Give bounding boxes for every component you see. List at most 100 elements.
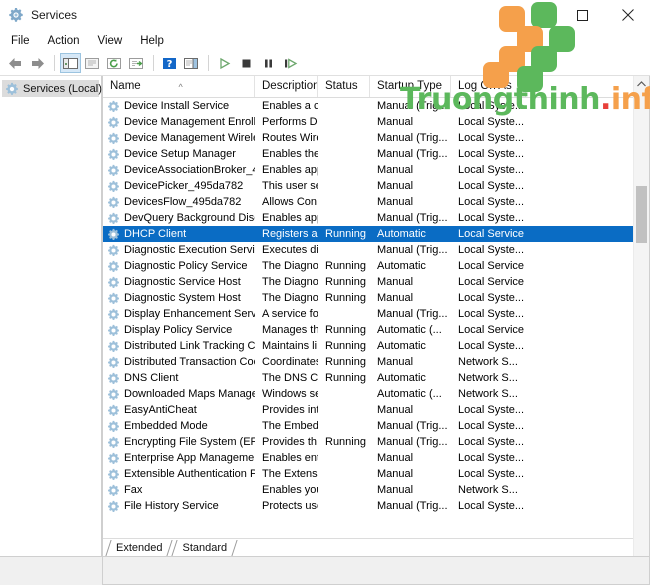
table-row[interactable]: DevicesFlow_495da782 Allows Con... Manual L…: [103, 194, 649, 210]
table-row[interactable]: Display Policy Service Manages th... Runni…: [103, 322, 649, 338]
table-row[interactable]: Diagnostic Execution Service Executes di.…: [103, 242, 649, 258]
stop-service-icon[interactable]: [236, 53, 257, 73]
table-row[interactable]: Diagnostic System Host The Diagno... Runni…: [103, 290, 649, 306]
cell-log-on-as: Local Service: [458, 276, 525, 288]
start-service-icon[interactable]: [214, 53, 235, 73]
service-gear-icon: [107, 388, 120, 401]
service-gear-icon: [107, 452, 120, 465]
table-row[interactable]: DevQuery Background Disc... Enables app..…: [103, 210, 649, 226]
table-row[interactable]: DeviceAssociationBroker_49... Enables app…: [103, 162, 649, 178]
export-list-icon[interactable]: [82, 53, 103, 73]
menu-item-file[interactable]: File: [8, 33, 39, 49]
maximize-icon[interactable]: [560, 0, 605, 30]
table-row[interactable]: DNS Client The DNS Cli... Running Automatic…: [103, 370, 649, 386]
menu-item-view[interactable]: View: [95, 33, 132, 49]
back-arrow-icon[interactable]: [5, 53, 26, 73]
table-row[interactable]: Device Management Enroll... Performs D...…: [103, 114, 649, 130]
table-row[interactable]: Device Setup Manager Enables the ... Manua…: [103, 146, 649, 162]
table-row[interactable]: Device Install Service Enables a c... Manu…: [103, 98, 649, 114]
service-gear-icon: [107, 212, 120, 225]
cell-description: The Embed...: [262, 420, 318, 432]
cell-startup-type: Manual (Trig...: [377, 132, 448, 144]
table-row[interactable]: Distributed Transaction Coo... Coordinate…: [103, 354, 649, 370]
table-row[interactable]: Encrypting File System (EFS) Provides th.…: [103, 434, 649, 450]
table-row[interactable]: Diagnostic Policy Service The Diagno... Ru…: [103, 258, 649, 274]
forward-arrow-icon[interactable]: [27, 53, 48, 73]
table-row[interactable]: Diagnostic Service Host The Diagno... Runn…: [103, 274, 649, 290]
cell-description: Enables you...: [262, 484, 318, 496]
menu-item-help[interactable]: Help: [137, 33, 173, 49]
cell-description: Provides int...: [262, 404, 318, 416]
toolbar-separator: [208, 55, 209, 71]
cell-startup-type: Manual (Trig...: [377, 308, 448, 320]
cell-startup-type: Manual (Trig...: [377, 148, 448, 160]
scrollbar-thumb[interactable]: [636, 186, 647, 243]
service-gear-icon: [107, 228, 120, 241]
cell-name-label: DevQuery Background Disc...: [124, 212, 255, 224]
services-list-pane: Name ^ Description Status Startup Type L…: [102, 76, 650, 557]
tab-extended[interactable]: Extended: [105, 540, 171, 556]
show-hide-action-pane-icon[interactable]: [181, 53, 202, 73]
column-header-name[interactable]: Name ^: [103, 76, 255, 97]
service-gear-icon: [107, 260, 120, 273]
cell-name-label: Display Policy Service: [124, 324, 233, 336]
cell-status: Running: [325, 276, 366, 288]
table-row[interactable]: Enterprise App Managemen... Enables ent..…: [103, 450, 649, 466]
column-header-status[interactable]: Status: [318, 76, 370, 97]
cell-startup-type: Automatic: [377, 372, 426, 384]
table-row[interactable]: File History Service Protects use... Manua…: [103, 498, 649, 514]
tree-node-services-local[interactable]: Services (Local): [2, 80, 102, 97]
table-row[interactable]: DHCP Client Registers an... Running Automat…: [103, 226, 649, 242]
cell-description: Coordinates...: [262, 356, 318, 368]
cell-description: Performs D...: [262, 116, 318, 128]
column-header-description[interactable]: Description: [255, 76, 318, 97]
help-icon[interactable]: ?: [159, 53, 180, 73]
list-header: Name ^ Description Status Startup Type L…: [103, 76, 649, 98]
cell-status: Running: [325, 324, 366, 336]
cell-description: The Diagno...: [262, 276, 318, 288]
cell-log-on-as: Local Syste...: [458, 340, 525, 352]
table-row[interactable]: Downloaded Maps Manager Windows se... Auto…: [103, 386, 649, 402]
menu-item-action[interactable]: Action: [45, 33, 89, 49]
table-row[interactable]: EasyAntiCheat Provides int... Manual Local …: [103, 402, 649, 418]
table-row[interactable]: Distributed Link Tracking Cli... Maintain…: [103, 338, 649, 354]
cell-name-label: Diagnostic Service Host: [124, 276, 241, 288]
tab-standard[interactable]: Standard: [171, 540, 236, 556]
table-row[interactable]: Fax Enables you... Manual Network S...: [103, 482, 649, 498]
chevron-up-icon[interactable]: [634, 76, 649, 91]
cell-status: Running: [325, 228, 366, 240]
minimize-icon[interactable]: [515, 0, 560, 30]
cell-description: Maintains li...: [262, 340, 318, 352]
cell-name-label: Distributed Transaction Coo...: [124, 356, 255, 368]
cell-description: Enables a c...: [262, 100, 318, 112]
column-header-startup-type[interactable]: Startup Type: [370, 76, 451, 97]
refresh-icon[interactable]: [104, 53, 125, 73]
table-row[interactable]: Device Management Wirele... Routes Wire..…: [103, 130, 649, 146]
cell-startup-type: Automatic (...: [377, 324, 442, 336]
table-row[interactable]: Display Enhancement Service A service fo.…: [103, 306, 649, 322]
show-hide-console-tree-icon[interactable]: [60, 53, 81, 73]
column-header-log-on-as[interactable]: Log On As: [451, 76, 526, 97]
cell-startup-type: Manual: [377, 276, 414, 288]
properties-icon[interactable]: [126, 53, 147, 73]
cell-startup-type: Automatic: [377, 340, 426, 352]
cell-name: DNS Client: [103, 370, 255, 386]
table-row[interactable]: DevicePicker_495da782 This user ser... Man…: [103, 178, 649, 194]
cell-name-label: Device Setup Manager: [124, 148, 236, 160]
column-header-name-label: Name: [110, 80, 141, 92]
close-icon[interactable]: [605, 0, 650, 30]
view-tabs: Extended Standard: [103, 538, 649, 556]
pause-service-icon[interactable]: [258, 53, 279, 73]
cell-startup-type: Manual (Trig...: [377, 212, 448, 224]
service-gear-icon: [107, 180, 120, 193]
cell-startup-type: Automatic: [377, 260, 426, 272]
service-gear-icon: [107, 484, 120, 497]
cell-description: Windows se...: [262, 388, 318, 400]
table-row[interactable]: Embedded Mode The Embed... Manual (Trig...…: [103, 418, 649, 434]
restart-service-icon[interactable]: [280, 53, 301, 73]
vertical-scrollbar[interactable]: [633, 76, 649, 556]
cell-status: Running: [325, 372, 366, 384]
table-row[interactable]: Extensible Authentication P... The Extens…: [103, 466, 649, 482]
cell-name-label: Device Management Enroll...: [124, 116, 255, 128]
service-gear-icon: [107, 276, 120, 289]
